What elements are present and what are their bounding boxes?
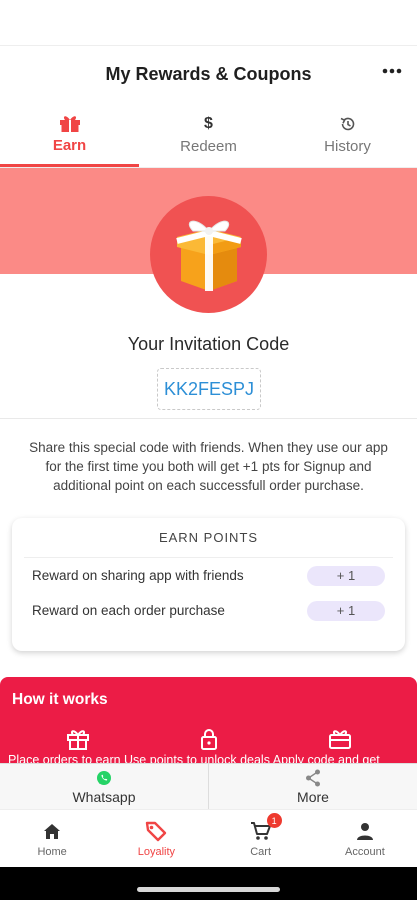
coupon-icon xyxy=(326,727,354,751)
invitation-code-title: Your Invitation Code xyxy=(127,334,290,354)
nav-loyality-label: Loyality xyxy=(137,846,176,858)
earn-row: Reward on each order purchase + 1 xyxy=(12,593,405,628)
tab-earn[interactable]: Earn xyxy=(0,102,139,167)
page-title: My Rewards & Coupons xyxy=(105,63,312,84)
tab-bar: Earn $ Redeem History xyxy=(0,102,417,168)
share-bar: Whatsapp More xyxy=(0,763,417,809)
tag-icon xyxy=(144,819,168,843)
account-icon xyxy=(355,819,375,843)
earn-row-label: Reward on each order purchase xyxy=(32,603,225,618)
how-it-works-section: How it works Place orders to earn Use po… xyxy=(0,677,417,767)
earn-points-card: EARN POINTS Reward on sharing app with f… xyxy=(12,518,405,651)
bottom-navigation: Home Loyality 1 Cart Account xyxy=(0,809,417,867)
history-icon xyxy=(339,114,357,134)
invitation-hero: Your Invitation Code KK2FESPJ xyxy=(0,168,417,410)
tab-history[interactable]: History xyxy=(278,102,417,167)
earn-row: Reward on sharing app with friends + 1 xyxy=(12,558,405,593)
status-bar xyxy=(0,0,417,46)
share-icon xyxy=(305,769,321,787)
nav-cart[interactable]: 1 Cart xyxy=(209,810,313,867)
whatsapp-share-button[interactable]: Whatsapp xyxy=(0,764,208,809)
nav-account[interactable]: Account xyxy=(313,810,417,867)
app-header: My Rewards & Coupons xyxy=(0,46,417,102)
whatsapp-icon xyxy=(96,769,112,787)
earn-row-label: Reward on sharing app with friends xyxy=(32,568,244,583)
system-gesture-bar xyxy=(0,867,417,900)
tab-history-label: History xyxy=(324,138,371,155)
dollar-icon: $ xyxy=(204,115,213,132)
share-instructions: Share this special code with friends. Wh… xyxy=(29,440,388,493)
tab-redeem[interactable]: $ Redeem xyxy=(139,102,278,167)
invitation-code[interactable]: KK2FESPJ xyxy=(157,368,261,410)
nav-home-label: Home xyxy=(37,846,67,858)
gift-box-icon xyxy=(150,196,267,313)
nav-cart-label: Cart xyxy=(250,846,272,858)
section-divider xyxy=(0,418,417,419)
nav-loyality[interactable]: Loyality xyxy=(104,810,208,867)
lock-icon xyxy=(195,727,223,751)
earn-points-title: EARN POINTS xyxy=(24,518,393,558)
how-it-works-title: How it works xyxy=(12,691,108,708)
home-gesture-handle[interactable] xyxy=(137,887,280,892)
points-badge: + 1 xyxy=(307,565,385,586)
whatsapp-label: Whatsapp xyxy=(72,788,136,805)
cart-count-badge: 1 xyxy=(266,813,282,828)
home-icon xyxy=(42,819,62,843)
gift-outline-icon xyxy=(64,727,92,751)
tab-earn-label: Earn xyxy=(52,136,87,154)
tab-redeem-label: Redeem xyxy=(180,138,237,155)
more-share-button[interactable]: More xyxy=(208,764,417,809)
nav-home[interactable]: Home xyxy=(0,810,104,867)
more-horizontal-icon[interactable] xyxy=(381,60,403,82)
more-label: More xyxy=(297,788,329,805)
cart-icon: 1 xyxy=(250,813,282,843)
nav-account-label: Account xyxy=(345,846,385,858)
gift-icon xyxy=(59,113,81,133)
points-badge: + 1 xyxy=(307,600,385,621)
